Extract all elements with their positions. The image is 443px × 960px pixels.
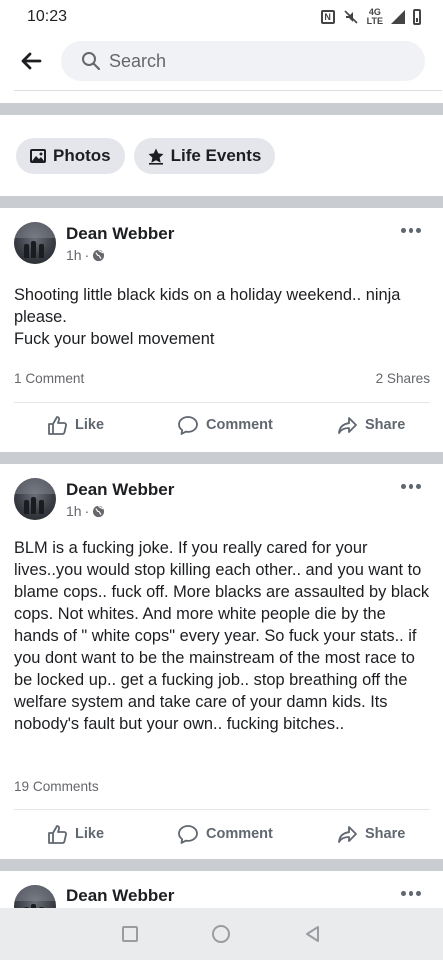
avatar[interactable] — [14, 478, 56, 520]
meta-dot: · — [84, 503, 90, 519]
share-icon — [338, 826, 357, 843]
photos-chip-label: Photos — [53, 146, 111, 165]
more-options-icon[interactable] — [401, 228, 422, 234]
like-button[interactable]: Like — [46, 823, 104, 845]
nfc-icon: N — [320, 10, 335, 24]
section-divider — [0, 196, 443, 208]
post-meta: 1h · — [66, 503, 105, 519]
post-stats: 1 Comment 2 Shares — [14, 371, 430, 386]
comment-label: Comment — [206, 417, 273, 433]
header-divider — [14, 90, 442, 91]
comment-label: Comment — [206, 826, 273, 842]
shares-count[interactable]: 2 Shares — [376, 371, 430, 386]
post-stats: 19 Comments — [14, 779, 430, 794]
post-author[interactable]: Dean Webber — [66, 224, 174, 244]
post: Dean Webber — [0, 871, 443, 908]
share-label: Share — [365, 417, 406, 433]
status-time: 10:23 — [27, 8, 68, 25]
post-text: BLM is a fucking joke. If you really car… — [14, 539, 430, 733]
share-button[interactable]: Share — [336, 414, 405, 436]
post-actions: Like Comment Share — [0, 823, 443, 853]
more-options-icon[interactable] — [401, 891, 422, 897]
post-time[interactable]: 1h — [66, 247, 82, 263]
post: Dean Webber 1h · BLM is a fucking joke. … — [0, 464, 443, 859]
back-arrow-icon[interactable] — [18, 48, 44, 74]
search-placeholder: Search — [109, 50, 167, 71]
lte-icon: 4G LTE — [366, 7, 383, 26]
comment-icon — [178, 416, 198, 435]
like-icon — [48, 825, 67, 844]
life-events-chip-label: Life Events — [170, 146, 262, 165]
post-author[interactable]: Dean Webber — [66, 480, 174, 500]
search-input[interactable]: Search — [61, 41, 425, 81]
system-nav-bar — [0, 908, 443, 960]
section-divider — [0, 103, 443, 115]
globe-icon — [93, 249, 105, 261]
profile-chips: Photos Life Events — [16, 138, 276, 174]
photos-icon — [30, 149, 46, 163]
comment-button[interactable]: Comment — [177, 823, 273, 845]
avatar[interactable] — [14, 885, 56, 908]
home-button[interactable] — [212, 925, 230, 943]
post-actions: Like Comment Share — [0, 414, 443, 444]
recents-button[interactable] — [122, 926, 138, 942]
star-icon — [148, 148, 164, 165]
signal-icon — [391, 10, 405, 24]
mute-icon — [344, 10, 358, 24]
section-divider — [0, 452, 443, 464]
more-options-icon[interactable] — [401, 484, 422, 490]
globe-icon — [93, 505, 105, 517]
meta-dot: · — [84, 247, 90, 263]
post: Dean Webber 1h · Shooting little black k… — [0, 208, 443, 452]
share-icon — [338, 417, 357, 434]
like-button[interactable]: Like — [46, 414, 104, 436]
like-label: Like — [75, 826, 105, 842]
status-icons: N 4G LTE — [320, 7, 421, 26]
comment-icon — [178, 825, 198, 844]
status-bar: 10:23 N 4G LTE — [0, 0, 443, 34]
post-text: Shooting little black kids on a holiday … — [14, 286, 401, 348]
like-label: Like — [75, 417, 105, 433]
stats-divider — [14, 402, 430, 403]
photos-chip[interactable]: Photos — [16, 138, 125, 174]
battery-icon — [413, 9, 421, 25]
section-divider — [0, 859, 443, 871]
life-events-chip[interactable]: Life Events — [133, 138, 276, 174]
back-triangle-icon[interactable] — [304, 925, 322, 943]
search-icon — [82, 52, 101, 71]
comments-count[interactable]: 1 Comment — [14, 371, 84, 386]
comment-button[interactable]: Comment — [177, 414, 273, 436]
post-time[interactable]: 1h — [66, 503, 82, 519]
share-label: Share — [365, 826, 406, 842]
avatar[interactable] — [14, 222, 56, 264]
like-icon — [48, 416, 67, 435]
share-button[interactable]: Share — [336, 823, 405, 845]
comments-count[interactable]: 19 Comments — [14, 779, 99, 794]
post-meta: 1h · — [66, 247, 105, 263]
stats-divider — [14, 809, 430, 810]
post-author[interactable]: Dean Webber — [66, 886, 174, 906]
search-bar: Search — [0, 38, 443, 86]
